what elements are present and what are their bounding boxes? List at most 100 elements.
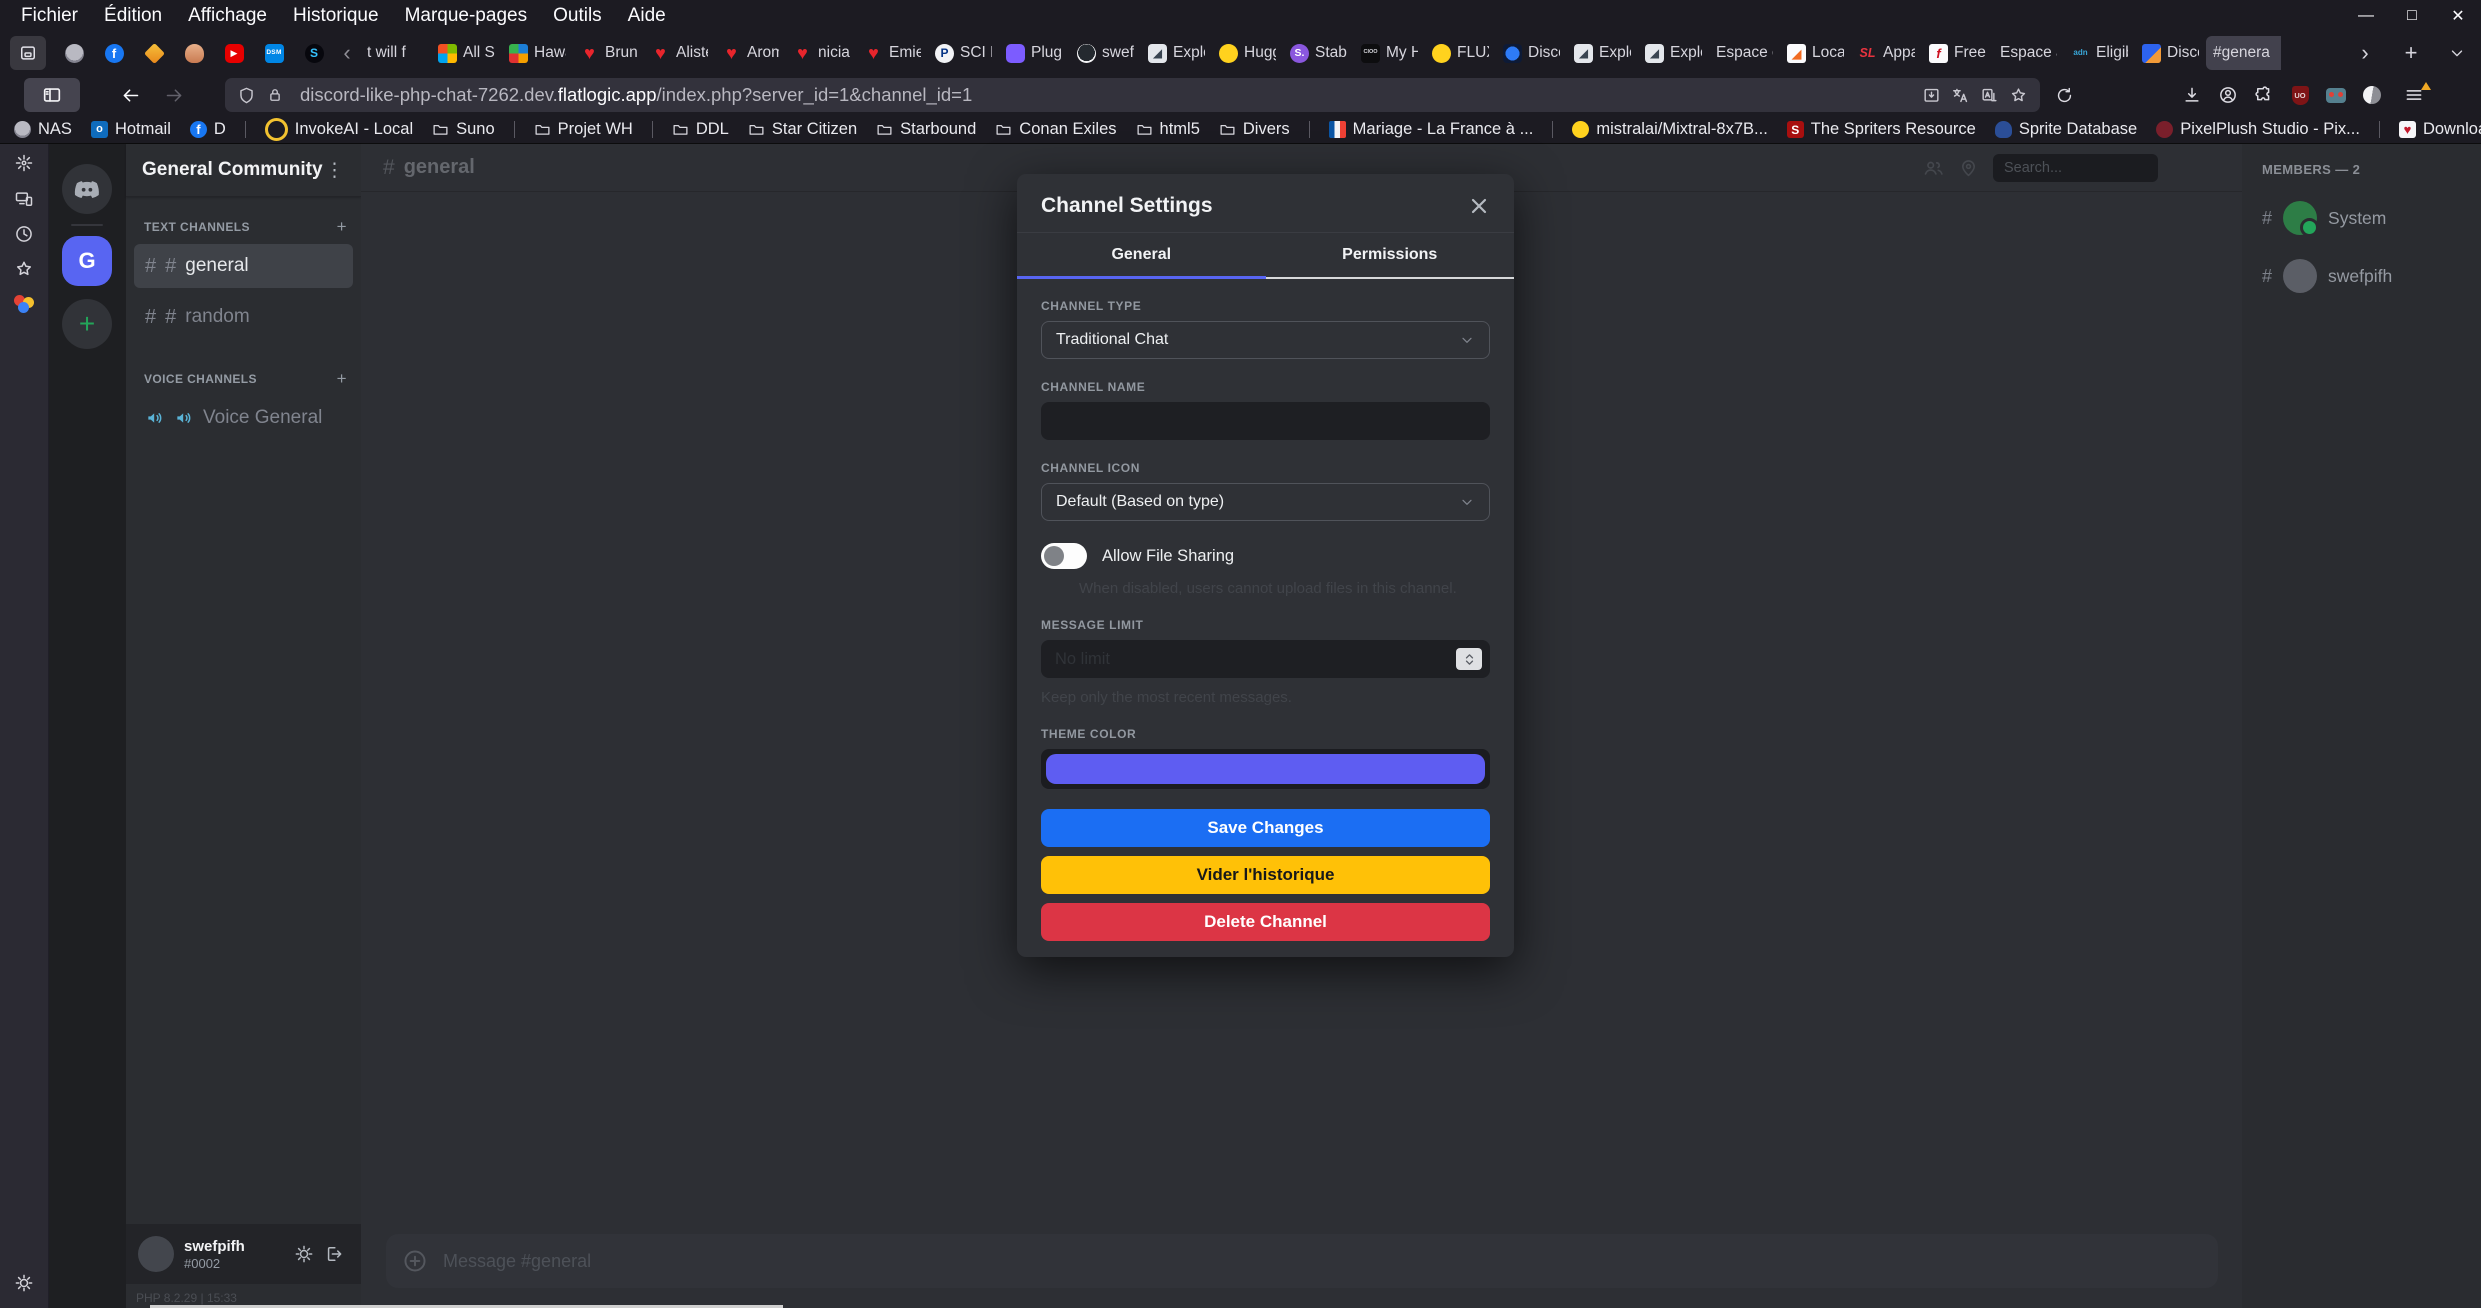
pinned-tab-yt[interactable]: ▶ [214, 36, 254, 70]
robot-extension-icon[interactable] [2320, 80, 2352, 110]
darkmode-extension-icon[interactable] [2356, 80, 2388, 110]
modal-close-icon[interactable] [1468, 195, 1490, 217]
menu-affichage[interactable]: Affichage [175, 3, 280, 29]
ai-chatbot-icon[interactable] [11, 150, 37, 176]
tab[interactable]: t will f [360, 36, 431, 70]
voice-channel-voice-general[interactable]: Voice General [134, 396, 353, 440]
bookmark-item[interactable]: Projet WH [534, 120, 633, 139]
forward-button[interactable] [156, 78, 192, 112]
tab[interactable]: ◢Explor [1141, 36, 1212, 70]
pinned-tab-syno[interactable]: S [294, 36, 334, 70]
member-swefpifh[interactable]: #swefpifh [2262, 259, 2481, 293]
add-server-button[interactable]: + [62, 299, 112, 349]
save-page-icon[interactable] [1922, 86, 1941, 105]
tab[interactable]: PSCI RE [928, 36, 999, 70]
tab[interactable]: ◢Locat [1780, 36, 1851, 70]
tab[interactable]: CIOOMy Ha [1354, 36, 1425, 70]
delete-channel-button[interactable]: Delete Channel [1041, 903, 1490, 941]
tab[interactable]: Plugin [999, 36, 1070, 70]
tab[interactable]: ♥Alister [644, 36, 715, 70]
menu-marquepages[interactable]: Marque-pages [392, 3, 541, 29]
channel-general[interactable]: ##general [134, 244, 353, 288]
scroll-tabs-right-button[interactable]: › [2349, 37, 2381, 69]
new-tab-button[interactable]: + [2395, 37, 2427, 69]
tabs-devices-icon[interactable] [11, 186, 37, 212]
bookmark-item[interactable]: Star Citizen [748, 120, 857, 139]
menu-fichier[interactable]: Fichier [8, 3, 91, 29]
sidebar-toggle-button[interactable] [24, 78, 80, 112]
account-button[interactable] [2212, 80, 2244, 110]
message-input[interactable]: Message #general [386, 1234, 2218, 1288]
tab-active[interactable]: #genera✕ [2206, 36, 2281, 70]
bookmark-item[interactable]: html5 [1136, 120, 1200, 139]
maximize-button[interactable]: □ [2389, 0, 2435, 32]
pinned-tab-fb[interactable]: f [94, 36, 134, 70]
save-changes-button[interactable]: Save Changes [1041, 809, 1490, 847]
logout-icon[interactable] [319, 1239, 349, 1269]
bookmark-item[interactable]: fD [190, 120, 226, 139]
menu-dition[interactable]: Édition [91, 3, 175, 29]
member-system[interactable]: #System [2262, 201, 2481, 235]
menu-historique[interactable]: Historique [280, 3, 392, 29]
tab[interactable]: ♥EmieO [857, 36, 928, 70]
user-settings-gear-icon[interactable] [289, 1239, 319, 1269]
tab[interactable]: SLAppar [1851, 36, 1922, 70]
pinned-tab-globe[interactable] [54, 36, 94, 70]
tab[interactable]: Espace abo [1993, 36, 2064, 70]
server-header[interactable]: General Community ⋮ [126, 144, 361, 197]
bookmark-item[interactable]: DDL [672, 120, 729, 139]
bookmark-item[interactable]: NAS [14, 120, 72, 139]
add-text-channel-button[interactable]: + [337, 217, 347, 237]
bookmark-item[interactable]: InvokeAI - Local [265, 118, 413, 141]
app-menu-button[interactable] [2396, 80, 2432, 110]
channel-name-input[interactable] [1041, 402, 1490, 440]
tracking-shield-icon[interactable] [237, 86, 256, 105]
add-voice-channel-button[interactable]: + [337, 369, 347, 389]
message-limit-input[interactable]: No limit [1041, 640, 1490, 678]
tab[interactable]: Hawai [502, 36, 573, 70]
tab[interactable]: Discor [1496, 36, 1567, 70]
translate-icon[interactable] [1951, 86, 1970, 105]
bookmark-star-icon[interactable] [2009, 86, 2028, 105]
firefox-view-button[interactable] [10, 36, 46, 70]
tab[interactable]: swefpi [1070, 36, 1141, 70]
bookmark-item[interactable]: Divers [1219, 120, 1290, 139]
tab[interactable]: Discor [2135, 36, 2206, 70]
tab[interactable]: ◢Explor [1638, 36, 1709, 70]
list-all-tabs-button[interactable] [2441, 37, 2473, 69]
tab-permissions[interactable]: Permissions [1266, 233, 1515, 279]
server-menu-kebab-icon[interactable]: ⋮ [325, 159, 345, 182]
tab[interactable]: All Siz [431, 36, 502, 70]
extensions-puzzle-button[interactable] [2248, 80, 2280, 110]
close-window-button[interactable]: ✕ [2435, 0, 2481, 32]
bookmark-item[interactable]: PixelPlush Studio - Pix... [2156, 120, 2360, 139]
server-button-general-community[interactable]: G [62, 236, 112, 286]
attach-plus-icon[interactable] [402, 1248, 428, 1274]
sidebar-settings-gear-icon[interactable] [11, 1270, 37, 1296]
tab-general[interactable]: General [1017, 233, 1266, 279]
containers-icon[interactable] [11, 291, 37, 317]
channel-type-select[interactable]: Traditional Chat [1041, 321, 1490, 359]
channel-random[interactable]: ##random [134, 295, 353, 339]
bookmark-item[interactable]: Conan Exiles [995, 120, 1116, 139]
pinned-tab-diamond[interactable] [134, 36, 174, 70]
menu-aide[interactable]: Aide [615, 3, 679, 29]
reload-button[interactable] [2048, 80, 2080, 110]
clear-history-button[interactable]: Vider l'historique [1041, 856, 1490, 894]
url-bar[interactable]: discord-like-php-chat-7262.dev.flatlogic… [225, 78, 2040, 112]
minimize-button[interactable]: — [2343, 0, 2389, 32]
ublock-extension-icon[interactable]: UO [2284, 80, 2316, 110]
pinned-messages-icon[interactable] [1958, 157, 1979, 178]
history-clock-icon[interactable] [11, 221, 37, 247]
tab[interactable]: fFree : [1922, 36, 1993, 70]
tab[interactable]: ◢Explor [1567, 36, 1638, 70]
channel-icon-select[interactable]: Default (Based on type) [1041, 483, 1490, 521]
pinned-tab-dsm[interactable]: DSM [254, 36, 294, 70]
bookmark-item[interactable]: Sprite Database [1995, 120, 2137, 139]
bookmarks-star-icon[interactable] [11, 256, 37, 282]
pinned-tab-worm[interactable] [174, 36, 214, 70]
reader-translate-icon[interactable] [1980, 86, 1999, 105]
members-toggle-icon[interactable] [1922, 157, 1944, 179]
downloads-button[interactable] [2176, 80, 2208, 110]
back-button[interactable] [112, 78, 148, 112]
